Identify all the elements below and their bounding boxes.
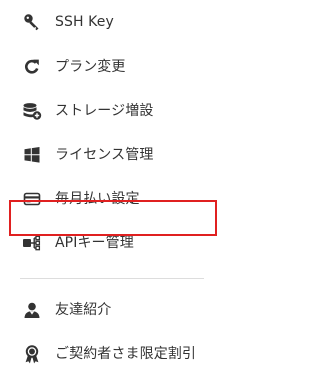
menu-item-member-discount[interactable]: ご契約者さま限定割引 [0, 340, 230, 368]
menu-divider [20, 278, 204, 279]
menu-item-storage-add[interactable]: ストレージ増設 [0, 97, 230, 125]
menu-item-label: APIキー管理 [55, 235, 134, 251]
menu-item-ssh-key[interactable]: SSH Key [0, 8, 230, 36]
menu-item-label: ライセンス管理 [55, 147, 154, 163]
menu-item-label: SSH Key [55, 14, 114, 30]
api-icon [22, 233, 42, 253]
refresh-icon [22, 57, 42, 77]
menu-item-plan-change[interactable]: プラン変更 [0, 53, 230, 81]
credit-card-icon [22, 189, 42, 209]
menu-item-label: プラン変更 [55, 59, 126, 75]
menu-item-license[interactable]: ライセンス管理 [0, 141, 230, 169]
menu-item-label: 友達紹介 [55, 302, 112, 318]
menu-item-monthly-payment[interactable]: 毎月払い設定 [0, 185, 230, 213]
badge-icon [22, 344, 42, 364]
key-icon [22, 12, 42, 32]
menu-item-label: 毎月払い設定 [55, 191, 140, 207]
windows-icon [22, 145, 42, 165]
menu-item-label: ご契約者さま限定割引 [55, 346, 196, 362]
user-icon [22, 300, 42, 320]
menu-item-api-key[interactable]: APIキー管理 [0, 229, 230, 257]
menu-item-label: ストレージ増設 [55, 103, 154, 119]
menu-item-friend-referral[interactable]: 友達紹介 [0, 296, 230, 324]
storage-add-icon [22, 101, 42, 121]
